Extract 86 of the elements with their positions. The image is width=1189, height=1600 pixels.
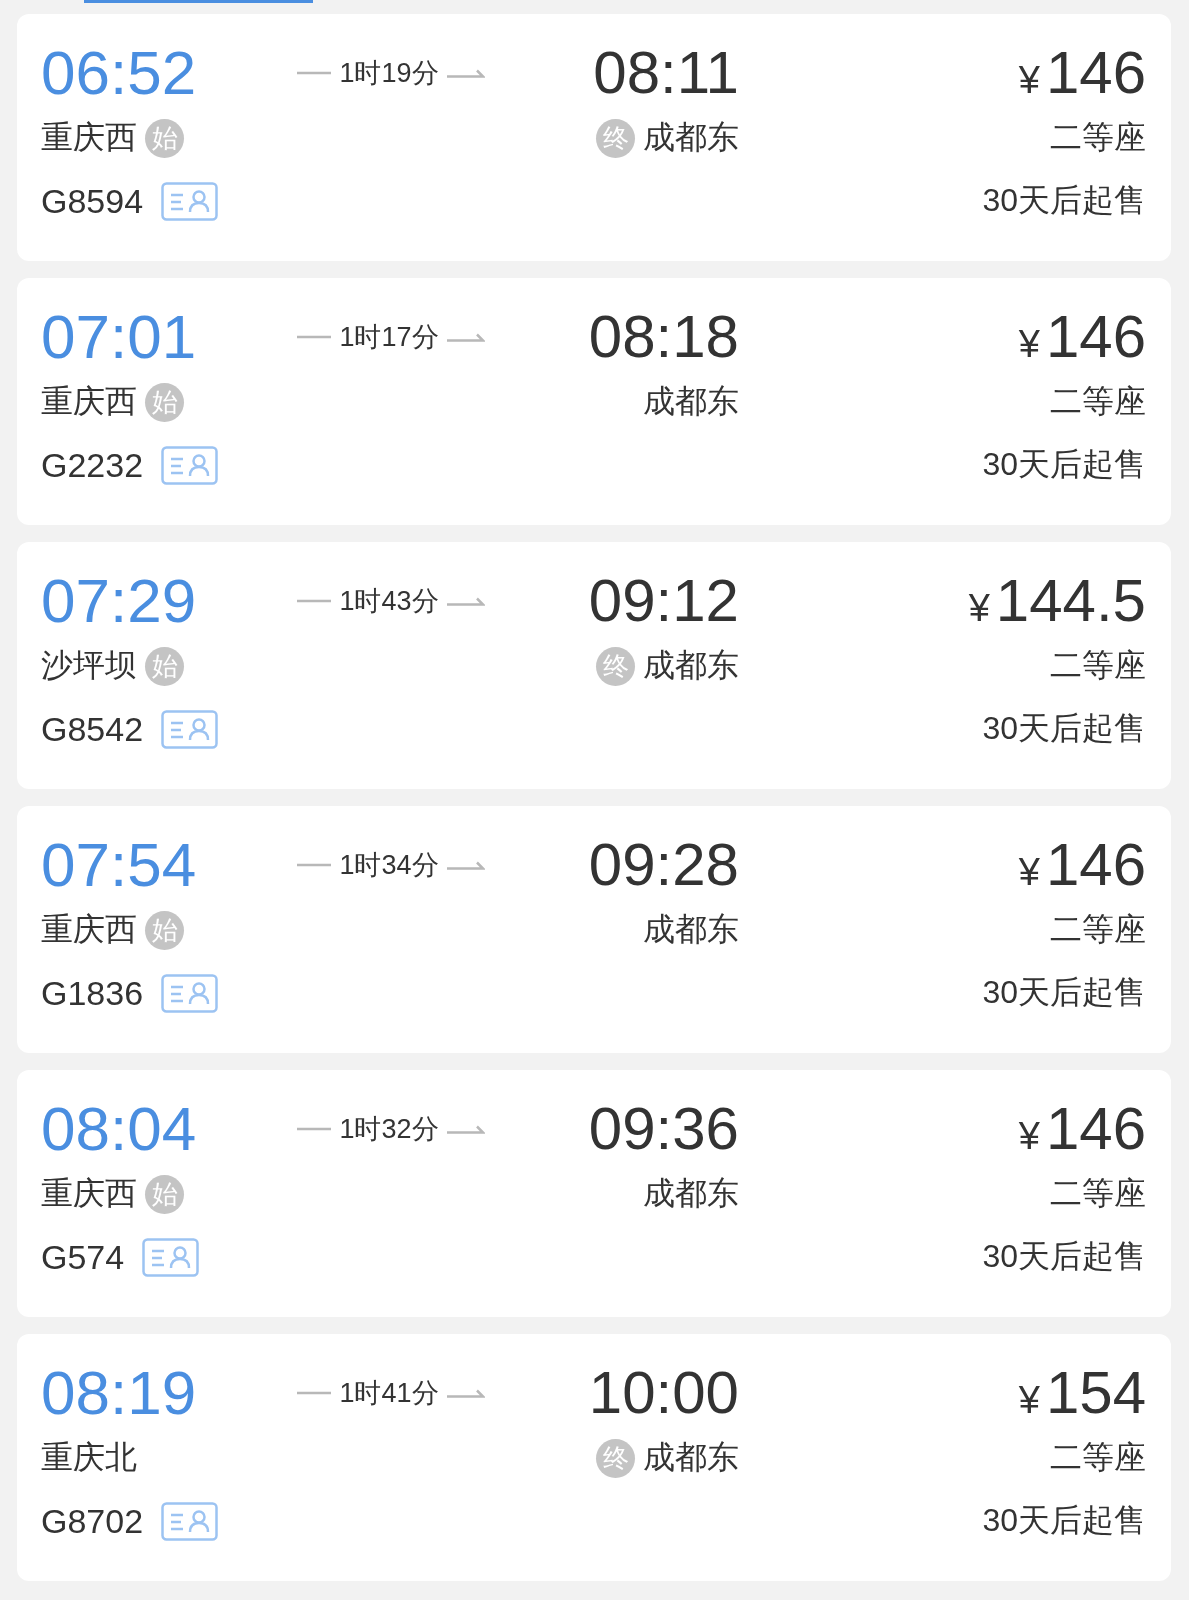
departure-time: 07:54: [41, 834, 198, 896]
id-card-icon: [161, 973, 219, 1013]
train-card[interactable]: 07:29 1时43分 09:12 ¥144.5 沙坪坝 始 终 成都东 二等座 G8542 30天后起售: [17, 542, 1171, 789]
seat-class: 二等座: [1050, 382, 1146, 421]
dash-line: [297, 599, 332, 603]
id-card-icon: [161, 445, 219, 485]
currency-symbol: ¥: [1018, 323, 1040, 366]
arrival-station: 成都东: [643, 910, 739, 949]
dash-line: [297, 71, 332, 75]
train-card[interactable]: 07:54 1时34分 09:28 ¥146 重庆西 始 成都东 二等座 G1836 30天后起售: [17, 806, 1171, 1053]
train-number: G1836: [41, 973, 144, 1013]
sale-status: 30天后起售: [982, 1501, 1146, 1540]
seat-class: 二等座: [1050, 646, 1146, 685]
terminal-badge: 终: [596, 118, 635, 158]
departure-time: 07:29: [41, 570, 198, 632]
train-number: G8594: [41, 181, 144, 221]
seat-class: 二等座: [1050, 910, 1146, 949]
duration: 1时41分: [339, 1377, 439, 1410]
terminal-badge: 终: [596, 646, 635, 686]
departure-time: 07:01: [41, 306, 198, 368]
price: 146: [1045, 307, 1146, 367]
id-card-icon: [161, 181, 219, 221]
arrival-time: 09:12: [588, 571, 739, 631]
departure-station: 重庆北: [41, 1438, 137, 1477]
train-number: G8702: [41, 1501, 144, 1541]
departure-station: 重庆西: [41, 910, 137, 949]
seat-class: 二等座: [1050, 1174, 1146, 1213]
duration: 1时34分: [339, 849, 439, 882]
price: 154: [1045, 1363, 1146, 1423]
price: 144.5: [995, 571, 1146, 631]
duration: 1时19分: [339, 57, 439, 90]
sale-status: 30天后起售: [982, 709, 1146, 748]
seat-class: 二等座: [1050, 1438, 1146, 1477]
train-number: G574: [41, 1237, 125, 1277]
dash-line: [297, 335, 332, 339]
id-card-icon: [161, 709, 219, 749]
sale-status: 30天后起售: [982, 181, 1146, 220]
currency-symbol: ¥: [968, 587, 990, 630]
seat-class: 二等座: [1050, 118, 1146, 157]
price: 146: [1045, 835, 1146, 895]
arrival-time: 08:18: [588, 307, 739, 367]
arrival-time: 09:36: [588, 1099, 739, 1159]
origin-badge: 始: [145, 646, 184, 686]
train-card[interactable]: 08:19 1时41分 10:00 ¥154 重庆北 终 成都东 二等座 G8702 30天后起售: [17, 1334, 1171, 1581]
price: 146: [1045, 43, 1146, 103]
id-card-icon: [142, 1237, 200, 1277]
dash-line: [297, 1127, 332, 1131]
arrival-time: 09:28: [588, 835, 739, 895]
id-card-icon: [161, 1501, 219, 1541]
origin-badge: 始: [145, 118, 184, 158]
price: 146: [1045, 1099, 1146, 1159]
currency-symbol: ¥: [1018, 851, 1040, 894]
departure-station: 重庆西: [41, 1174, 137, 1213]
arrival-station: 成都东: [643, 118, 739, 157]
origin-badge: 始: [145, 382, 184, 422]
dash-line: [297, 863, 332, 867]
departure-time: 08:19: [41, 1362, 198, 1424]
train-number: G2232: [41, 445, 144, 485]
train-number: G8542: [41, 709, 144, 749]
arrival-station: 成都东: [643, 646, 739, 685]
duration: 1时17分: [339, 321, 439, 354]
arrival-station: 成都东: [643, 1438, 739, 1477]
sale-status: 30天后起售: [982, 973, 1146, 1012]
train-card[interactable]: 07:01 1时17分 08:18 ¥146 重庆西 始 成都东 二等座 G2232 30天后起售: [17, 278, 1171, 525]
arrival-time: 10:00: [588, 1363, 739, 1423]
currency-symbol: ¥: [1018, 1115, 1040, 1158]
origin-badge: 始: [145, 1174, 184, 1214]
arrival-station: 成都东: [643, 1174, 739, 1213]
departure-station: 重庆西: [41, 118, 137, 157]
origin-badge: 始: [145, 910, 184, 950]
dash-line: [297, 1391, 332, 1395]
currency-symbol: ¥: [1018, 1379, 1040, 1422]
departure-time: 06:52: [41, 42, 198, 104]
duration: 1时32分: [339, 1113, 439, 1146]
train-card[interactable]: 06:52 1时19分 08:11 ¥146 重庆西 始 终 成都东 二等座 G8594 30天后起售: [17, 14, 1171, 261]
train-card[interactable]: 08:04 1时32分 09:36 ¥146 重庆西 始 成都东 二等座 G574 30天后起售: [17, 1070, 1171, 1317]
arrival-station: 成都东: [643, 382, 739, 421]
sale-status: 30天后起售: [982, 1237, 1146, 1276]
departure-station: 重庆西: [41, 382, 137, 421]
duration: 1时43分: [339, 585, 439, 618]
departure-time: 08:04: [41, 1098, 198, 1160]
departure-station: 沙坪坝: [41, 646, 137, 685]
arrival-time: 08:11: [593, 43, 739, 103]
currency-symbol: ¥: [1018, 59, 1040, 102]
sale-status: 30天后起售: [982, 445, 1146, 484]
terminal-badge: 终: [596, 1438, 635, 1478]
